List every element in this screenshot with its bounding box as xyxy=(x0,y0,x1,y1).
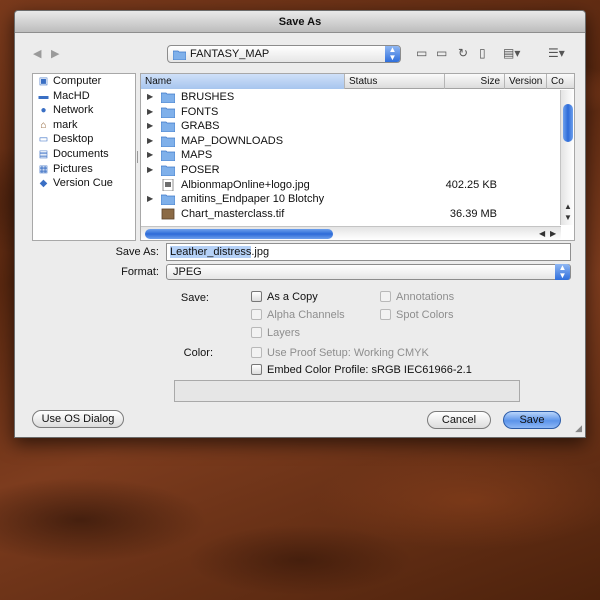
vertical-scroll-thumb[interactable] xyxy=(563,104,573,142)
sidebar-item-mark[interactable]: ⌂ mark xyxy=(33,118,135,133)
alpha-channels-checkbox[interactable]: Alpha Channels xyxy=(251,309,345,321)
column-header-size[interactable]: Size xyxy=(445,74,505,89)
table-row[interactable]: Chart_masterclass.tif 36.39 MB xyxy=(141,207,561,222)
save-as-label: Save As: xyxy=(115,246,159,258)
column-header-status[interactable]: Status xyxy=(345,74,445,89)
disclosure-triangle-icon[interactable]: ▶ xyxy=(147,148,153,163)
filename-extension: .jpg xyxy=(251,246,270,258)
forward-arrow-icon[interactable]: ▶ xyxy=(51,47,59,60)
scroll-up-arrow-icon[interactable]: ▲ xyxy=(564,202,572,211)
color-label: Color: xyxy=(183,347,213,359)
documents-icon: ▤ xyxy=(38,148,49,160)
disclosure-triangle-icon[interactable]: ▶ xyxy=(147,90,153,105)
column-header-co[interactable]: Co xyxy=(547,74,574,89)
scroll-down-arrow-icon[interactable]: ▼ xyxy=(564,213,572,222)
table-row[interactable]: ▶ FONTS xyxy=(141,105,561,120)
refresh-icon[interactable]: ↻ xyxy=(458,46,468,60)
save-options-label: Save: xyxy=(180,292,209,304)
version-cue-icon: ◆ xyxy=(39,178,48,190)
table-row[interactable]: ▶ GRABS xyxy=(141,119,561,134)
as-a-copy-checkbox[interactable]: As a Copy xyxy=(251,291,318,303)
network-globe-icon: ● xyxy=(40,105,47,117)
format-value: JPEG xyxy=(173,266,202,278)
toolbar: ◀ ▶ FANTASY_MAP ▲ ▼ ▭ ▭ ↻ ▯ ▤▾ ☰▾ xyxy=(15,43,585,65)
annotations-checkbox[interactable]: Annotations xyxy=(380,291,454,303)
folder-icon xyxy=(161,165,175,176)
disclosure-triangle-icon[interactable]: ▶ xyxy=(147,134,153,149)
spot-colors-checkbox[interactable]: Spot Colors xyxy=(380,309,453,321)
file-rows: ▶ BRUSHES ▶ FONTS ▶ GRABS ▶ MAP_DOWNLOAD… xyxy=(141,90,561,221)
scroll-right-arrow-icon[interactable]: ▶ xyxy=(550,229,556,238)
use-os-dialog-button[interactable]: Use OS Dialog xyxy=(32,410,124,428)
table-row[interactable]: ▶ MAP_DOWNLOADS xyxy=(141,134,561,149)
path-popup[interactable]: FANTASY_MAP ▲ ▼ xyxy=(167,45,401,63)
folder-icon xyxy=(161,194,175,206)
format-label: Format: xyxy=(121,266,159,278)
folder-icon xyxy=(161,121,175,133)
trash-icon[interactable]: ▯ xyxy=(479,46,486,60)
save-as-dialog: Save As ◀ ▶ FANTASY_MAP ▲ ▼ ▭ ▭ ↻ ▯ ▤▾ ☰▾… xyxy=(14,10,586,438)
home-icon: ⌂ xyxy=(40,119,47,131)
image-file-icon xyxy=(162,178,174,191)
drive-menu-icon[interactable]: ▤▾ xyxy=(503,46,520,60)
pictures-icon: ▦ xyxy=(38,163,49,175)
sidebar-item-desktop[interactable]: ▭ Desktop xyxy=(33,132,135,147)
horizontal-scroll-thumb[interactable] xyxy=(145,229,333,239)
layers-checkbox[interactable]: Layers xyxy=(251,327,300,339)
new-folder-plus-icon[interactable]: ▭ xyxy=(436,46,447,60)
sidebar-item-version-cue[interactable]: ◆ Version Cue xyxy=(33,176,135,191)
folder-icon xyxy=(161,92,175,103)
table-row[interactable]: AlbionmapOnline+logo.jpg 402.25 KB xyxy=(141,178,561,193)
computer-icon: ▣ xyxy=(38,76,49,87)
hard-drive-icon: ▬ xyxy=(38,90,49,102)
file-list: Name Status Size Version Co ▶ BRUSHES ▶ … xyxy=(140,73,575,241)
sidebar: ▣ Computer ▬ MacHD ● Network ⌂ mark ▭ Desktop… xyxy=(32,73,136,241)
back-arrow-icon[interactable]: ◀ xyxy=(33,47,41,60)
disclosure-triangle-icon[interactable]: ▶ xyxy=(147,105,153,120)
format-popup[interactable]: JPEG ▲ ▼ xyxy=(166,264,571,280)
sidebar-item-documents[interactable]: ▤ Documents xyxy=(33,147,135,162)
cancel-button[interactable]: Cancel xyxy=(427,411,491,429)
sidebar-item-network[interactable]: ● Network xyxy=(33,103,135,118)
sidebar-item-machd[interactable]: ▬ MacHD xyxy=(33,89,135,104)
sidebar-item-pictures[interactable]: ▦ Pictures xyxy=(33,162,135,177)
updown-arrows-icon: ▲ ▼ xyxy=(555,264,570,280)
folder-icon xyxy=(161,107,175,118)
table-row[interactable]: ▶ BRUSHES xyxy=(141,90,561,105)
table-row[interactable]: ▶ POSER xyxy=(141,163,561,178)
folder-icon xyxy=(161,150,175,162)
updown-arrows-icon: ▲ ▼ xyxy=(385,46,400,62)
path-label: FANTASY_MAP xyxy=(190,48,270,60)
filename-field[interactable]: Leather_distress.jpg xyxy=(166,243,571,261)
disclosure-triangle-icon[interactable]: ▶ xyxy=(147,119,153,134)
folder-icon xyxy=(173,50,186,60)
disclosure-triangle-icon[interactable]: ▶ xyxy=(147,192,153,207)
column-header-version[interactable]: Version xyxy=(505,74,547,89)
resize-grip-icon[interactable]: ◢ xyxy=(575,423,582,434)
use-proof-setup-checkbox[interactable]: Use Proof Setup: Working CMYK xyxy=(251,347,429,359)
disclosure-triangle-icon[interactable]: ▶ xyxy=(147,163,153,178)
embed-color-profile-checkbox[interactable]: Embed Color Profile: sRGB IEC61966-2.1 xyxy=(251,364,472,376)
view-menu-icon[interactable]: ☰▾ xyxy=(548,46,565,60)
new-folder-icon[interactable]: ▭ xyxy=(416,46,427,60)
vertical-scrollbar[interactable]: ▲ ▼ xyxy=(560,90,574,225)
sidebar-item-computer[interactable]: ▣ Computer xyxy=(33,74,135,89)
scroll-left-arrow-icon[interactable]: ◀ xyxy=(539,229,545,238)
dialog-title: Save As xyxy=(15,11,585,33)
table-row[interactable]: ▶ amitins_Endpaper 10 Blotchy xyxy=(141,192,561,207)
warning-area xyxy=(174,380,520,402)
file-list-header: Name Status Size Version Co xyxy=(141,74,574,89)
tif-file-icon xyxy=(161,208,175,220)
table-row[interactable]: ▶ MAPS xyxy=(141,148,561,163)
column-header-name[interactable]: Name xyxy=(141,74,345,89)
save-button[interactable]: Save xyxy=(503,411,561,429)
filename-selected-text: Leather_distress xyxy=(170,246,252,258)
folder-icon xyxy=(161,136,175,147)
horizontal-scrollbar[interactable]: ◀ ▶ xyxy=(141,226,561,240)
desktop-icon: ▭ xyxy=(38,134,49,146)
